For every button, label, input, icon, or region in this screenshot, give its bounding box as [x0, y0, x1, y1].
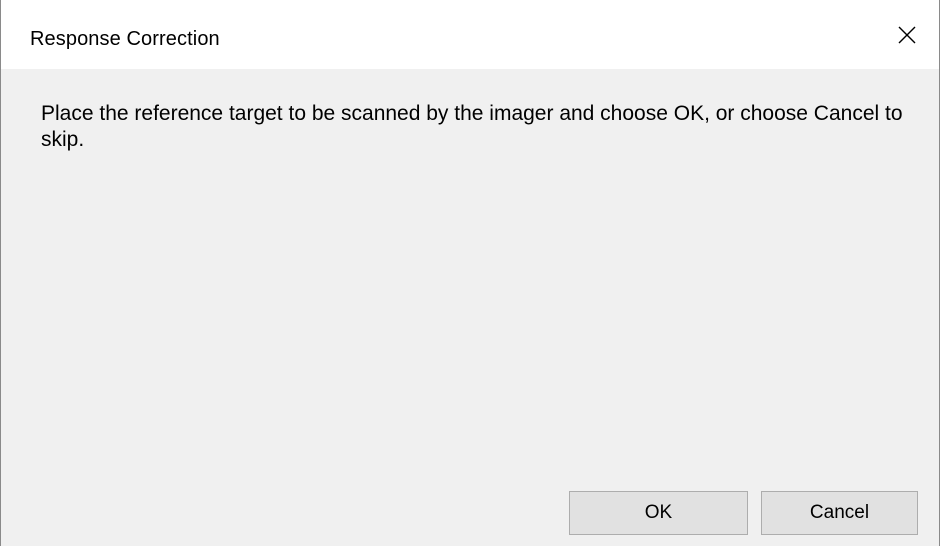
- close-button[interactable]: [875, 0, 939, 69]
- title-bar: Response Correction: [1, 0, 939, 69]
- close-icon: [898, 26, 916, 43]
- ok-button[interactable]: OK: [569, 491, 748, 535]
- cancel-button[interactable]: Cancel: [761, 491, 918, 535]
- window-title: Response Correction: [30, 28, 220, 50]
- instruction-message: Place the reference target to be scanned…: [41, 102, 903, 151]
- response-correction-dialog: Response Correction Place the reference …: [0, 0, 940, 546]
